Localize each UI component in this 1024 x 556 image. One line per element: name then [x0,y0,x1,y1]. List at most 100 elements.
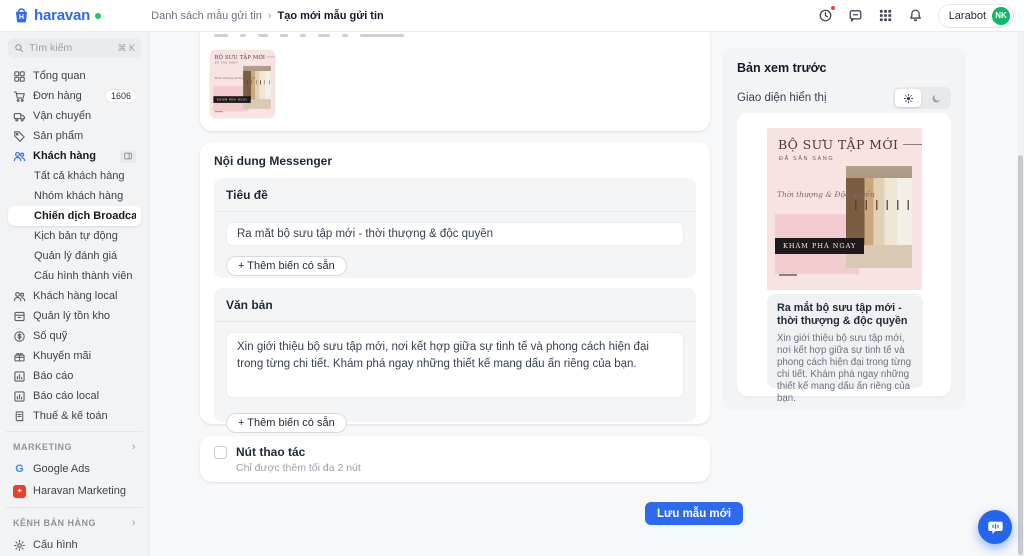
moon-icon [931,93,942,104]
action-buttons-hint: Chỉ được thêm tối đa 2 nút [236,462,361,474]
search-icon [14,43,24,53]
haravan-bag-icon [12,6,31,25]
poster-tagline: Thời thượng & Độc quyền [214,76,255,80]
breadcrumb-separator: › [268,10,272,22]
sidebar-item-van-chuyen[interactable]: Vận chuyển [8,106,141,126]
notification-dot [830,5,836,11]
sidebar-item-nhom-khach-hang[interactable]: Nhóm khách hàng [8,186,141,206]
poster-cta-button: KHÁM PHÁ NGAY [775,238,864,254]
divider [6,431,143,432]
collapse-panel-icon[interactable] [120,150,136,163]
support-chat-button[interactable] [978,510,1012,544]
chevron-right-icon: › [132,517,136,529]
poster-subtitle: ĐÃ SẴN SÀNG [215,62,238,65]
light-mode-button[interactable] [895,89,921,107]
scrollbar-track [1017,32,1024,556]
poster-cta-button: KHÁM PHÁ NGAY [213,96,251,103]
breadcrumb-current: Tạo mới mẫu gửi tin [278,10,384,22]
sidebar-item-google-ads[interactable]: GGoogle Ads [8,458,141,480]
products-tag-icon [13,130,26,143]
dark-mode-button[interactable] [923,89,949,107]
sidebar-item-khuyen-mai[interactable]: Khuyến mãi [8,346,141,366]
divider [6,507,143,508]
sidebar-section-sales-channels[interactable]: KÊNH BÁN HÀNG› [8,512,141,534]
sidebar-item-cau-hinh-thanh-vien[interactable]: Cấu hình thành viên [8,266,141,286]
template-image-card: BỘ SƯU TẬP MỚI ĐÃ SẴN SÀNG Thời thượng &… [200,32,710,131]
poster-title: BỘ SƯU TẬP MỚI [778,137,922,152]
report-local-chart-icon [13,390,26,403]
top-bar: haravan Danh sách mẫu gửi tin › Tạo mới … [0,0,1024,32]
poster-tagline: Thời thượng & Độc quyền [777,190,875,199]
text-field-group: Văn bản Xin giới thiệu bộ sưu tập mới, n… [214,288,696,422]
shipping-truck-icon [13,110,26,123]
sidebar-item-cau-hinh[interactable]: Cấu hình [8,534,141,556]
save-template-button[interactable]: Lưu mẫu mới [645,502,743,525]
preview-panel: Bản xem trước Giao diện hiển thị BỘ SƯU … [723,48,965,410]
poster-title: BỘ SƯU TẬP MỚI [215,54,275,60]
main-content: BỘ SƯU TẬP MỚI ĐÃ SẴN SÀNG Thời thượng &… [150,32,1024,556]
template-thumbnail[interactable]: BỘ SƯU TẬP MỚI ĐÃ SẴN SÀNG Thời thượng &… [210,50,275,118]
sidebar-item-san-pham[interactable]: Sản phẩm [8,126,141,146]
breadcrumb-parent[interactable]: Danh sách mẫu gửi tin [151,10,262,22]
body-textarea[interactable]: Xin giới thiệu bộ sưu tập mới, nơi kết h… [226,332,684,398]
preview-message-body: Xin giới thiệu bộ sưu tập mới, nơi kết h… [777,333,913,405]
feedback-icon[interactable] [848,8,863,23]
sidebar-item-tong-quan[interactable]: Tổng quan [8,66,141,86]
sidebar-item-thue-ke-toan[interactable]: Thuế & kế toán [8,406,141,426]
status-dot [95,13,101,19]
avatar: NK [992,7,1010,25]
tax-receipt-icon [13,410,26,423]
preview-message-title: Ra mắt bộ sưu tập mới - thời thượng & độ… [777,302,913,329]
haravan-logo[interactable]: haravan [12,6,101,25]
poster-dash [779,274,797,276]
bell-icon[interactable] [908,8,923,23]
search-input[interactable] [29,42,112,54]
sidebar: ⌘ K Tổng quan Đơn hàng1606 Vận chuyển Sả… [0,32,150,556]
add-variable-button[interactable]: + Thêm biến có sẵn [226,413,347,433]
title-input[interactable] [226,222,684,246]
poster-thumbnail: BỘ SƯU TẬP MỚI ĐÃ SẴN SÀNG Thời thượng &… [210,50,275,118]
action-buttons-card: Nút thao tác Chỉ được thêm tối đa 2 nút [200,436,710,482]
search-shortcut: ⌘ K [117,43,135,54]
user-name: Larabot [949,10,986,22]
sidebar-item-so-quy[interactable]: Số quỹ [8,326,141,346]
divider [214,321,696,322]
history-clock-icon[interactable] [818,8,833,23]
sidebar-item-don-hang[interactable]: Đơn hàng1606 [8,86,141,106]
apps-grid-icon[interactable] [878,8,893,23]
google-icon: G [13,463,26,476]
inventory-box-icon [13,310,26,323]
sidebar-item-bao-cao-local[interactable]: Báo cáo local [8,386,141,406]
action-buttons-checkbox[interactable] [214,446,227,459]
sidebar-item-khach-hang[interactable]: Khách hàng [8,146,141,166]
scrollbar-thumb[interactable] [1018,155,1023,555]
breadcrumb: Danh sách mẫu gửi tin › Tạo mới mẫu gửi … [151,10,384,22]
report-chart-icon [13,370,26,383]
cash-dollar-icon [13,330,26,343]
sidebar-item-haravan-marketing[interactable]: ✦Haravan Marketing [8,480,141,502]
sidebar-item-kich-ban-tu-dong[interactable]: Kịch bản tự động [8,226,141,246]
poster-preview: BỘ SƯU TẬP MỚI ĐÃ SẴN SÀNG Thời thượng &… [767,128,922,290]
overview-icon [13,70,26,83]
customers-icon [13,150,26,163]
sidebar-item-chien-dich-broadcast[interactable]: Chiến dịch Broadcast [8,206,141,226]
orders-cart-icon [13,90,26,103]
sidebar-item-quan-ly-danh-gia[interactable]: Quản lý đánh giá [8,246,141,266]
sidebar-item-khach-hang-local[interactable]: Khách hàng local [8,286,141,306]
orders-count-badge: 1606 [106,90,136,102]
messenger-content-card: Nội dung Messenger Tiêu đề + Thêm biến c… [200,142,710,424]
sidebar-item-quan-ly-ton-kho[interactable]: Quản lý tồn kho [8,306,141,326]
section-title: Nội dung Messenger [214,154,696,168]
user-menu[interactable]: Larabot NK [938,4,1014,28]
sidebar-search[interactable]: ⌘ K [8,38,141,58]
message-preview-card: BỘ SƯU TẬP MỚI ĐÃ SẴN SÀNG Thời thượng &… [737,113,951,396]
logo-text: haravan [34,6,90,25]
preview-title: Bản xem trước [737,61,951,75]
divider [214,211,696,212]
sidebar-item-bao-cao[interactable]: Báo cáo [8,366,141,386]
chat-bubble-icon [987,519,1004,536]
sidebar-section-marketing[interactable]: MARKETING› [8,436,141,458]
add-variable-button[interactable]: + Thêm biến có sẵn [226,256,347,276]
theme-toggle [893,87,951,109]
sidebar-item-tat-ca-khach-hang[interactable]: Tất cả khách hàng [8,166,141,186]
